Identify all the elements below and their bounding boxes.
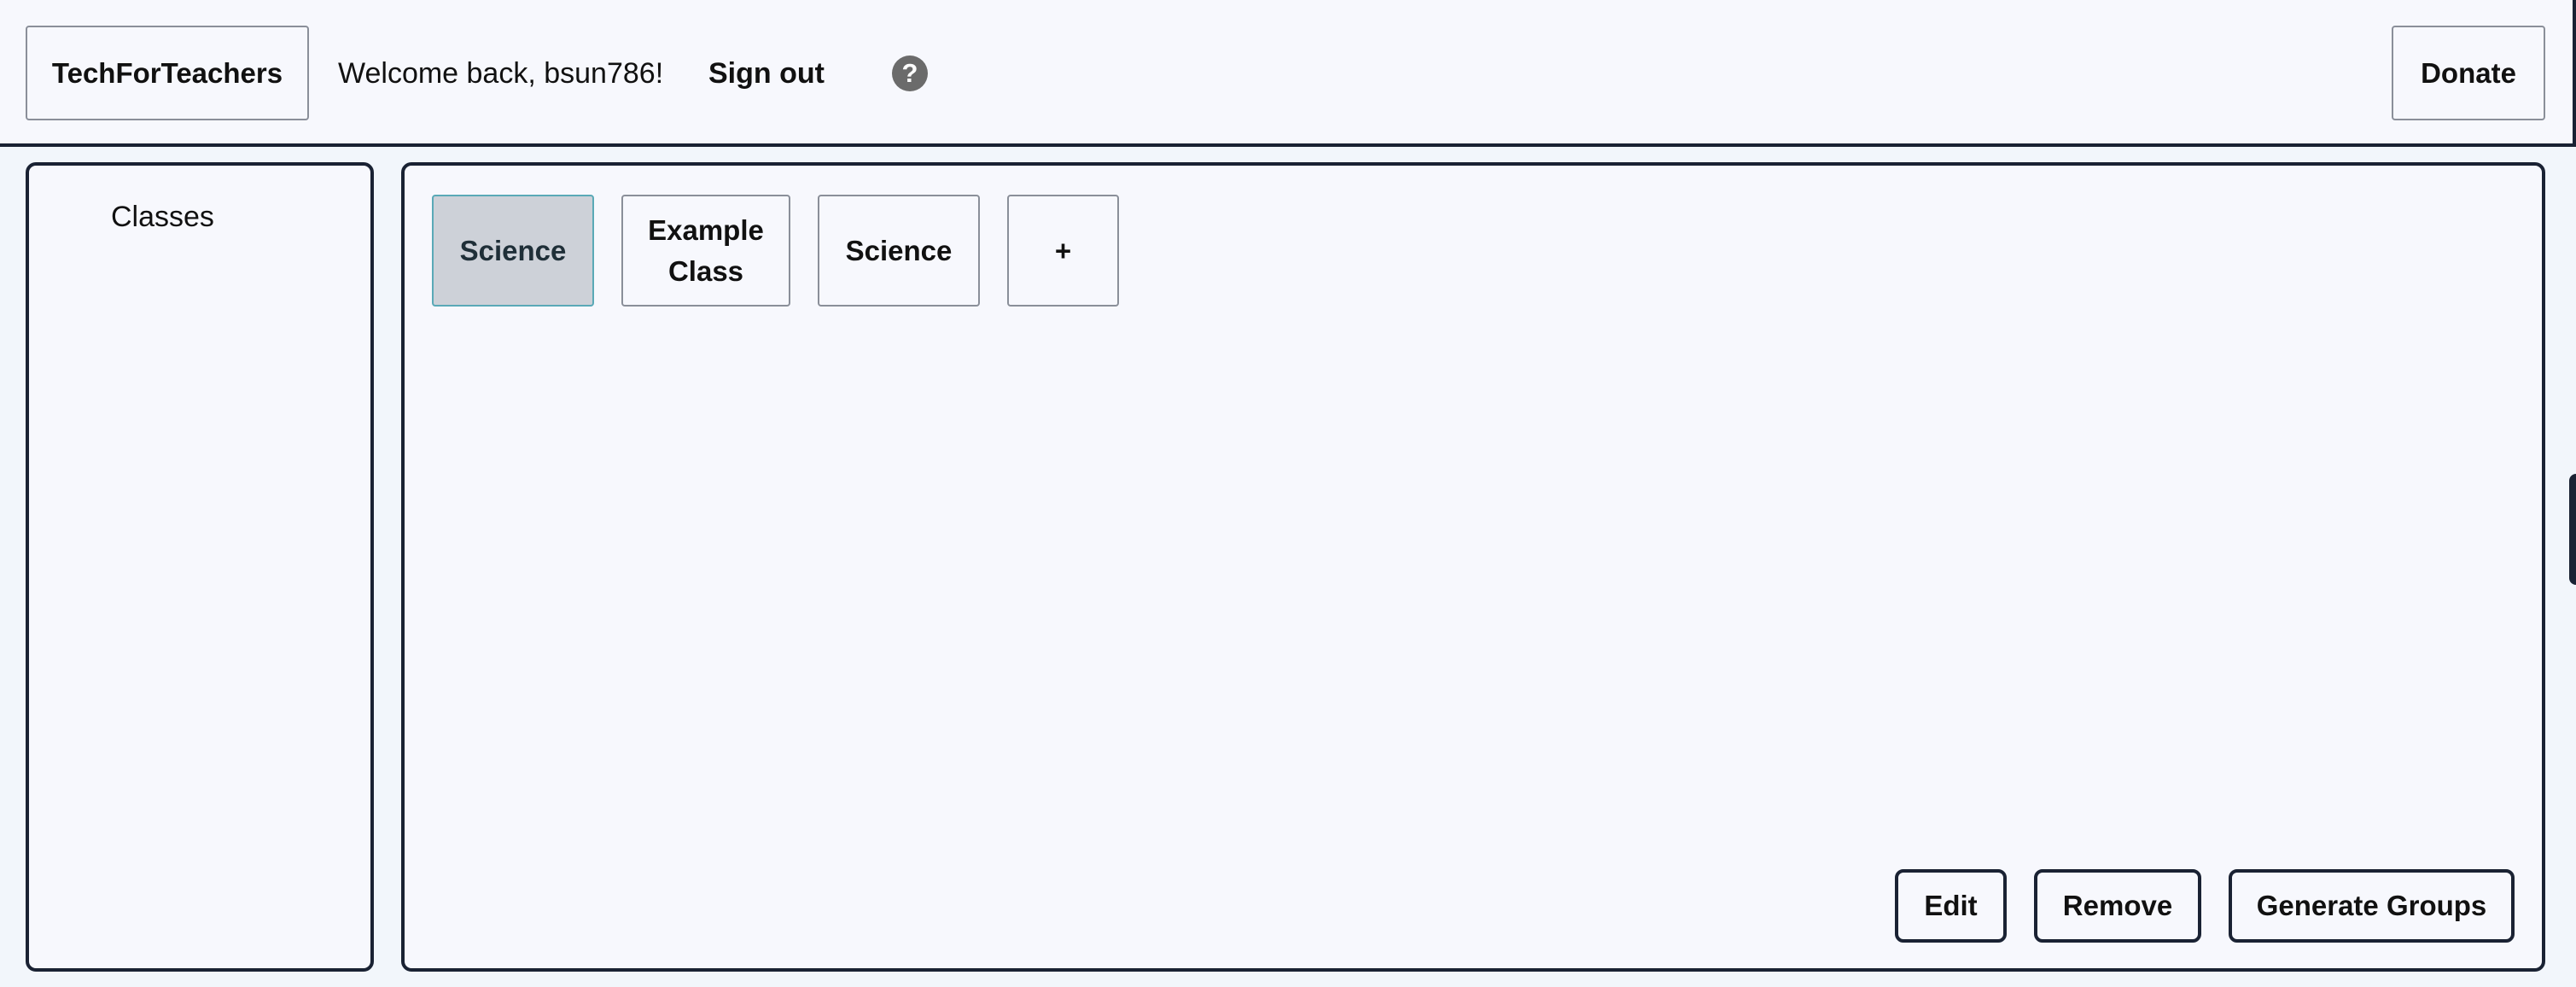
class-panel: Science Example Class Science + Edit Rem…: [401, 162, 2545, 972]
class-tab-science[interactable]: Science: [432, 195, 594, 307]
classes-sidebar: Classes: [26, 162, 374, 972]
top-bar: TechForTeachers Welcome back, bsun786! S…: [0, 0, 2576, 147]
edit-button[interactable]: Edit: [1895, 869, 2007, 943]
brand-button[interactable]: TechForTeachers: [26, 26, 309, 120]
generate-groups-button[interactable]: Generate Groups: [2229, 869, 2515, 943]
donate-button[interactable]: Donate: [2392, 26, 2545, 120]
add-class-button[interactable]: +: [1007, 195, 1119, 307]
class-tab-example-class[interactable]: Example Class: [621, 195, 790, 307]
help-icon[interactable]: ?: [892, 55, 928, 91]
sidebar-heading: Classes: [111, 201, 214, 233]
class-tab-science-2[interactable]: Science: [818, 195, 980, 307]
plus-icon: +: [1054, 234, 1072, 266]
scrollbar-handle[interactable]: [2569, 474, 2576, 585]
remove-button[interactable]: Remove: [2034, 869, 2201, 943]
welcome-message: Welcome back, bsun786!: [338, 57, 664, 90]
sign-out-link[interactable]: Sign out: [708, 56, 825, 91]
